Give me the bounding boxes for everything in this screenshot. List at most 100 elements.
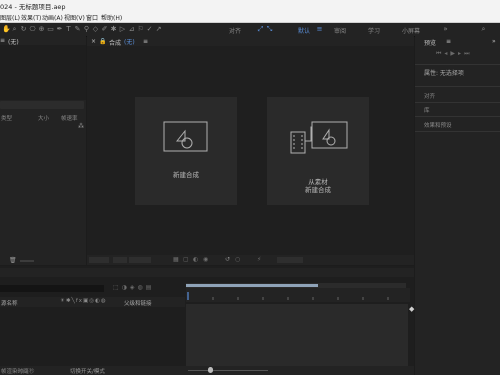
- library-panel-tab[interactable]: 库: [424, 106, 430, 114]
- pin-tool-icon[interactable]: ⊿: [128, 26, 135, 33]
- align-label: 对齐: [229, 28, 242, 35]
- snap-options-icon[interactable]: ⤡: [266, 26, 273, 33]
- shy-icon[interactable]: ◑: [122, 284, 130, 291]
- comp-marker-icon[interactable]: ◆: [409, 305, 414, 313]
- view-options-dropdown[interactable]: [129, 257, 151, 263]
- zoom-slider-track[interactable]: [188, 370, 268, 371]
- from-footage-label-2: 新建合成: [305, 186, 331, 194]
- composition-tab-bar: × 🔒 合成 (无) ≡: [87, 36, 414, 47]
- work-area-range[interactable]: [186, 284, 318, 287]
- exposure-value[interactable]: ○: [235, 256, 240, 263]
- window-title: 024 - 无标题项目.aep: [0, 3, 66, 11]
- channel-icon[interactable]: ◐: [193, 256, 198, 263]
- zoom-tool-icon[interactable]: ⌕: [11, 26, 18, 33]
- frame-blend-icon[interactable]: ◈: [130, 284, 138, 291]
- bend-tool-icon[interactable]: ↗: [155, 26, 162, 33]
- roto-brush-tool-icon[interactable]: ✐: [101, 26, 108, 33]
- new-composition-label: 新建合成: [173, 171, 199, 179]
- layer-header-row: 源名称 ☀✱╲fx▣◎◐◍ 父级和链接: [0, 297, 185, 307]
- fast-preview-icon[interactable]: ⚡: [257, 256, 261, 263]
- column-frame-rate[interactable]: 帧速率: [61, 114, 78, 122]
- rectangle-tool-icon[interactable]: ▭: [47, 26, 54, 33]
- timeline-track-area[interactable]: [186, 304, 408, 366]
- menu-view[interactable]: 视图(V): [64, 13, 85, 22]
- draft-3d-icon[interactable]: ⬚: [113, 284, 122, 291]
- parent-link-column[interactable]: 父级和链接: [124, 299, 152, 307]
- brush-tool-icon[interactable]: ✎: [74, 26, 81, 33]
- frame-render-time-value: 0毫秒: [20, 369, 35, 375]
- workspace-menu-icon[interactable]: ≡: [316, 26, 323, 33]
- project-footer-bar: [20, 260, 34, 262]
- source-name-column[interactable]: 源名称: [1, 299, 18, 307]
- play-icon[interactable]: ▶: [450, 50, 458, 57]
- toggle-switches-modes-button[interactable]: 切换开关/模式: [70, 367, 105, 375]
- layer-switches-icons[interactable]: ☀✱╲fx▣◎◐◍: [60, 298, 107, 304]
- workspace-learn[interactable]: 学习: [368, 26, 380, 35]
- puppet-tool-icon[interactable]: ✱: [110, 26, 117, 33]
- lock-icon[interactable]: 🔒: [99, 38, 106, 45]
- timecode-search-input[interactable]: [0, 285, 104, 292]
- reset-exposure-icon[interactable]: ↺: [225, 256, 230, 263]
- menu-help[interactable]: 帮助(H): [101, 13, 122, 22]
- workspace-review[interactable]: 审阅: [334, 26, 346, 35]
- panel-overflow-icon[interactable]: »: [492, 38, 496, 45]
- search-help-icon[interactable]: ⌕: [480, 26, 487, 33]
- pan-behind-tool-icon[interactable]: ⊕: [38, 26, 45, 33]
- composition-tab-value[interactable]: (无): [124, 37, 135, 46]
- timeline-toggles: ⬚◑◈◍▤: [113, 284, 183, 293]
- delete-icon[interactable]: 🗑: [9, 257, 17, 264]
- eraser-tool-icon[interactable]: ◇: [92, 26, 99, 33]
- menu-layer[interactable]: 图层(L): [0, 13, 20, 22]
- menu-effect[interactable]: 效果(T): [21, 13, 41, 22]
- viewer-footer-controls: ▦ ▢ ◐ ◉ ↺ ○ ⚡: [87, 255, 414, 265]
- active-camera-dropdown[interactable]: [277, 257, 303, 263]
- project-footer: 🗑: [0, 257, 86, 265]
- project-columns: 类型 大小 帧速率: [0, 113, 86, 122]
- hand-tool-icon[interactable]: ✋: [2, 26, 11, 33]
- starch-tool-icon[interactable]: ✓: [146, 26, 153, 33]
- snapshot-icon[interactable]: ◉: [203, 256, 208, 263]
- window-title-bar: 024 - 无标题项目.aep: [0, 0, 500, 11]
- snap-icon[interactable]: ⤢: [257, 26, 264, 33]
- timeline-tab-bar: [0, 268, 414, 277]
- camera-tool-icon[interactable]: ⎔: [29, 26, 36, 33]
- time-ruler[interactable]: [186, 288, 410, 302]
- puppet-pin-icon[interactable]: ⚐: [137, 26, 144, 33]
- mask-icon[interactable]: ▢: [183, 256, 189, 263]
- menu-bar: 图层(L) 效果(T) 动画(A) 视图(V) 窗口 帮助(H): [0, 11, 500, 23]
- type-tool-icon[interactable]: T: [65, 26, 72, 33]
- playback-controls: ⏮◂▶▸⏭: [436, 50, 500, 59]
- align-panel-tab[interactable]: 对齐: [424, 92, 435, 100]
- select-tool-icon[interactable]: ▷: [119, 26, 126, 33]
- workspace-small-screen[interactable]: 小屏幕: [402, 26, 420, 35]
- preview-menu-icon[interactable]: ≡: [446, 38, 451, 45]
- grid-icon[interactable]: ▦: [173, 256, 179, 263]
- graph-editor-icon[interactable]: ▤: [146, 284, 155, 291]
- column-type[interactable]: 类型: [1, 114, 12, 122]
- close-tab-icon[interactable]: ×: [91, 38, 96, 45]
- composition-tab-label[interactable]: 合成: [109, 38, 121, 47]
- rotate-tool-icon[interactable]: ↻: [20, 26, 27, 33]
- workspace-overflow-icon[interactable]: »: [442, 26, 449, 33]
- effects-presets-panel-tab[interactable]: 效果和预设: [424, 121, 452, 129]
- project-thumbnail-area: [0, 45, 86, 100]
- project-panel-header: ≡ (无): [0, 37, 19, 46]
- pen-tool-icon[interactable]: ✒: [56, 26, 63, 33]
- project-search-input[interactable]: [0, 101, 84, 109]
- clone-stamp-tool-icon[interactable]: ⚲: [83, 26, 90, 33]
- composition-menu-icon[interactable]: ≡: [143, 38, 148, 45]
- properties-label: 属性: 无选择项: [424, 70, 464, 77]
- project-flow-icon[interactable]: ⁂: [78, 123, 84, 130]
- zoom-slider-handle[interactable]: [208, 367, 213, 373]
- tools-toolbar: ✋ ⌕ ↻ ⎔ ⊕ ▭ ✒ T ✎ ⚲ ◇ ✐ ✱ ▷ ⊿ ⚐ ✓ ↗ 对齐 ⤢…: [0, 23, 500, 57]
- motion-blur-icon[interactable]: ◍: [138, 284, 146, 291]
- menu-window[interactable]: 窗口: [86, 13, 98, 22]
- column-size[interactable]: 大小: [38, 114, 49, 122]
- menu-animation[interactable]: 动画(A): [42, 13, 63, 22]
- resolution-dropdown[interactable]: [113, 257, 127, 263]
- new-composition-from-footage-button[interactable]: 从素材 新建合成: [267, 97, 369, 205]
- zoom-dropdown[interactable]: [89, 257, 109, 263]
- new-composition-button[interactable]: 新建合成: [135, 97, 237, 205]
- last-frame-icon[interactable]: ⏭: [464, 50, 472, 57]
- workspace-default[interactable]: 默认: [298, 26, 310, 35]
